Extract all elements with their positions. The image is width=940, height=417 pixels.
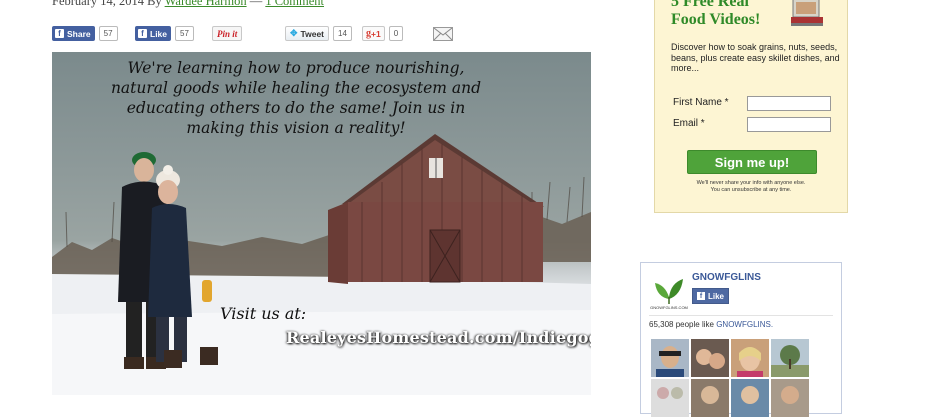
hero-quote-line: We're learning how to produce nourishing… — [127, 59, 465, 77]
post-date: February 14, 2014 — [52, 0, 144, 8]
email-label: Email * — [673, 118, 705, 129]
fb-share-label: Share — [67, 28, 91, 39]
envelope-icon — [434, 27, 452, 40]
signup-heading-line1: 5 Free Real — [671, 0, 749, 10]
comments-link[interactable]: 1 Comment — [265, 0, 324, 8]
fb-like-button[interactable]: f Like — [135, 26, 172, 41]
tweet-button[interactable]: ✥ Tweet — [285, 26, 330, 41]
facebook-like-box: GNOWFGLINS.COM GNOWFGLINS f Like 65,308 … — [640, 262, 842, 417]
by-label: By — [147, 0, 162, 8]
disclaimer-line: You can unsubscribe at any time. — [710, 187, 792, 193]
facebook-icon: f — [55, 29, 64, 38]
fan-avatar[interactable] — [731, 379, 769, 417]
fb-like-count: 57 — [175, 26, 194, 41]
pinterest-widget: Pin it — [212, 26, 243, 41]
first-name-label: First Name * — [673, 97, 729, 108]
first-name-field[interactable] — [747, 96, 831, 111]
fan-avatar[interactable] — [651, 339, 689, 377]
signup-heading-line2: Food Videos! — [671, 11, 761, 28]
email-widget — [433, 26, 453, 41]
facebook-icon: f — [697, 292, 705, 300]
pin-it-button[interactable]: Pin it — [212, 26, 243, 41]
gnowfglins-logo[interactable]: GNOWFGLINS.COM — [649, 271, 689, 311]
fan-avatar[interactable] — [771, 339, 809, 377]
fb-share-widget: f Share 57 — [52, 26, 118, 41]
signup-disclaimer: We'll never share your info with anyone … — [663, 180, 839, 194]
video-player-icon — [791, 0, 823, 26]
fan-avatar[interactable] — [771, 379, 809, 417]
post-byline: February 14, 2014 By Wardee Harmon — 1 C… — [52, 0, 324, 9]
tweet-label: Tweet — [300, 28, 325, 39]
fan-avatar[interactable] — [651, 379, 689, 417]
tweet-widget: ✥ Tweet 14 — [285, 26, 352, 41]
fb-like-label: Like — [150, 28, 168, 39]
hero-image: We're learning how to produce nourishing… — [52, 52, 591, 395]
newsletter-signup-box: 5 Free Real Food Videos! Discover how to… — [654, 0, 848, 213]
hero-quote: We're learning how to produce nourishing… — [86, 58, 506, 138]
share-bar: f Share 57 f Like 57 Pin it ✥ Tweet 14 g… — [52, 26, 462, 42]
gplus-widget: g +1 0 — [362, 26, 404, 41]
tweet-count: 14 — [333, 26, 352, 41]
signup-heading: 5 Free Real Food Videos! — [671, 0, 760, 29]
gplus-label: +1 — [371, 28, 381, 39]
barn-graphic — [328, 134, 544, 284]
email-share-button[interactable] — [433, 26, 453, 41]
fan-avatar[interactable] — [731, 339, 769, 377]
hero-quote-line: educating others to do the same! Join us… — [126, 99, 466, 117]
fb-like-widget: f Like 57 — [135, 26, 194, 41]
fb-page-like-label: Like — [708, 291, 725, 301]
logo-caption: GNOWFGLINS.COM — [650, 305, 688, 310]
fb-like-count-text: 65,308 people like GNOWFGLINS. — [649, 320, 773, 329]
fb-page-name[interactable]: GNOWFGLINS — [692, 272, 761, 283]
hero-quote-line: natural goods while healing the ecosyste… — [110, 79, 482, 97]
byline-dash: — — [249, 0, 263, 8]
hero-quote-line: making this vision a reality! — [186, 119, 406, 137]
fb-box-divider — [649, 315, 833, 316]
sign-me-up-button[interactable]: Sign me up! — [687, 150, 817, 174]
gplus-button[interactable]: g +1 — [362, 26, 385, 41]
fb-count-page-link[interactable]: GNOWFGLINS. — [716, 320, 773, 329]
email-field[interactable] — [747, 117, 831, 132]
fb-share-button[interactable]: f Share — [52, 26, 95, 41]
fan-avatar[interactable] — [691, 339, 729, 377]
facebook-icon: f — [138, 29, 147, 38]
fb-count-number: 65,308 people like — [649, 320, 714, 329]
author-link[interactable]: Wardee Harmon — [165, 0, 247, 8]
twitter-bird-icon: ✥ — [290, 28, 298, 38]
fb-page-like-button[interactable]: f Like — [692, 288, 730, 304]
hero-site-url: RealeyesHomestead.com/Indiegogo — [286, 328, 591, 347]
hero-visit-text: Visit us at: — [220, 304, 307, 323]
fan-avatar[interactable] — [691, 379, 729, 417]
fb-share-count: 57 — [98, 26, 118, 41]
signup-description: Discover how to soak grains, nuts, seeds… — [671, 42, 840, 73]
gplus-count: 0 — [388, 26, 404, 41]
disclaimer-line: We'll never share your info with anyone … — [696, 180, 806, 186]
